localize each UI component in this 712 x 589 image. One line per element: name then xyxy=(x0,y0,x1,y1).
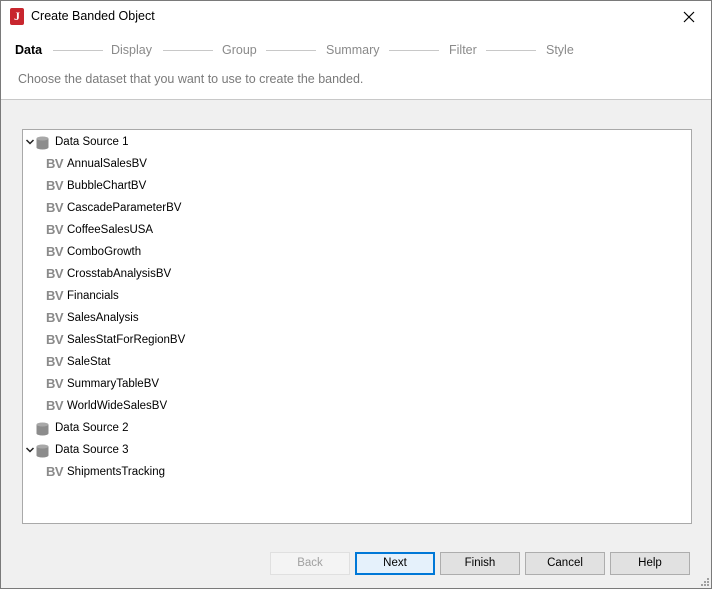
tree-node-business-view[interactable]: BV SalesAnalysis xyxy=(23,307,683,329)
business-view-icon: BV xyxy=(46,354,64,369)
title-bar: J Create Banded Object xyxy=(1,1,711,32)
business-view-label: CoffeeSalesUSA xyxy=(67,224,154,236)
business-view-label: SummaryTableBV xyxy=(67,378,160,390)
expand-toggle[interactable] xyxy=(24,439,36,461)
instruction-text: Choose the dataset that you want to use … xyxy=(18,72,364,86)
business-view-label: CrosstabAnalysisBV xyxy=(67,268,172,280)
close-icon xyxy=(683,11,694,22)
business-view-icon: BV xyxy=(46,266,64,281)
step-data: Data xyxy=(15,43,43,57)
step-connector xyxy=(389,50,439,51)
wizard-header: Data Display Group Summary Filter Style … xyxy=(1,32,711,100)
chevron-down-icon xyxy=(25,139,35,145)
business-view-icon: BV xyxy=(46,376,64,391)
step-filter: Filter xyxy=(449,43,477,57)
tree-node-business-view[interactable]: BV SaleStat xyxy=(23,351,683,373)
resize-grip-icon[interactable] xyxy=(700,577,710,587)
step-group: Group xyxy=(222,43,257,57)
tree-node-data-source[interactable]: Data Source 2 xyxy=(23,417,683,439)
step-summary: Summary xyxy=(326,43,380,57)
step-connector xyxy=(266,50,316,51)
business-view-label: WorldWideSalesBV xyxy=(67,400,168,412)
business-view-label: SalesStatForRegionBV xyxy=(67,334,186,346)
business-view-icon: BV xyxy=(46,332,64,347)
data-source-label: Data Source 1 xyxy=(55,136,129,148)
business-view-label: SalesAnalysis xyxy=(67,312,139,324)
tree-node-business-view[interactable]: BV CoffeeSalesUSA xyxy=(23,219,683,241)
step-connector xyxy=(163,50,213,51)
dialog-window: J Create Banded Object Data Display Grou… xyxy=(0,0,712,589)
business-view-label: AnnualSalesBV xyxy=(67,158,147,170)
chevron-down-icon xyxy=(25,447,35,453)
business-view-icon: BV xyxy=(46,244,64,259)
business-view-label: Financials xyxy=(67,290,119,302)
business-view-icon: BV xyxy=(46,288,64,303)
step-display: Display xyxy=(111,43,152,57)
tree-node-business-view[interactable]: BV CascadeParameterBV xyxy=(23,197,683,219)
app-logo-icon: J xyxy=(10,8,24,25)
database-icon xyxy=(36,444,49,458)
business-view-icon: BV xyxy=(46,222,64,237)
close-button[interactable] xyxy=(666,1,711,32)
business-view-label: ShipmentsTracking xyxy=(67,466,166,478)
tree-node-business-view[interactable]: BV Financials xyxy=(23,285,683,307)
dialog-title: Create Banded Object xyxy=(31,9,155,23)
step-connector xyxy=(486,50,536,51)
tree-node-business-view[interactable]: BV WorldWideSalesBV xyxy=(23,395,683,417)
data-source-label: Data Source 3 xyxy=(55,444,129,456)
step-style: Style xyxy=(546,43,574,57)
expand-toggle[interactable] xyxy=(24,131,36,153)
business-view-label: CascadeParameterBV xyxy=(67,202,182,214)
business-view-icon: BV xyxy=(46,464,64,479)
tree-node-business-view[interactable]: BV SummaryTableBV xyxy=(23,373,683,395)
business-view-label: BubbleChartBV xyxy=(67,180,147,192)
business-view-icon: BV xyxy=(46,178,64,193)
tree-node-data-source[interactable]: Data Source 1 xyxy=(23,131,683,153)
business-view-label: SaleStat xyxy=(67,356,111,368)
step-connector xyxy=(53,50,103,51)
business-view-icon: BV xyxy=(46,310,64,325)
tree-node-business-view[interactable]: BV CrosstabAnalysisBV xyxy=(23,263,683,285)
tree-node-data-source[interactable]: Data Source 3 xyxy=(23,439,683,461)
business-view-icon: BV xyxy=(46,200,64,215)
database-icon xyxy=(36,136,49,150)
help-button[interactable]: Help xyxy=(610,552,690,575)
back-button[interactable]: Back xyxy=(270,552,350,575)
next-button[interactable]: Next xyxy=(355,552,435,575)
business-view-icon: BV xyxy=(46,398,64,413)
tree-node-business-view[interactable]: BV ShipmentsTracking xyxy=(23,461,683,483)
business-view-label: ComboGrowth xyxy=(67,246,142,258)
tree-node-business-view[interactable]: BV BubbleChartBV xyxy=(23,175,683,197)
tree-node-business-view[interactable]: BV ComboGrowth xyxy=(23,241,683,263)
dataset-tree[interactable]: Data Source 1 BV AnnualSalesBV BV BubbleChar… xyxy=(22,129,692,524)
data-source-label: Data Source 2 xyxy=(55,422,129,434)
cancel-button[interactable]: Cancel xyxy=(525,552,605,575)
finish-button[interactable]: Finish xyxy=(440,552,520,575)
business-view-icon: BV xyxy=(46,156,64,171)
database-icon xyxy=(36,422,49,436)
tree-node-business-view[interactable]: BV SalesStatForRegionBV xyxy=(23,329,683,351)
tree-node-business-view[interactable]: BV AnnualSalesBV xyxy=(23,153,683,175)
